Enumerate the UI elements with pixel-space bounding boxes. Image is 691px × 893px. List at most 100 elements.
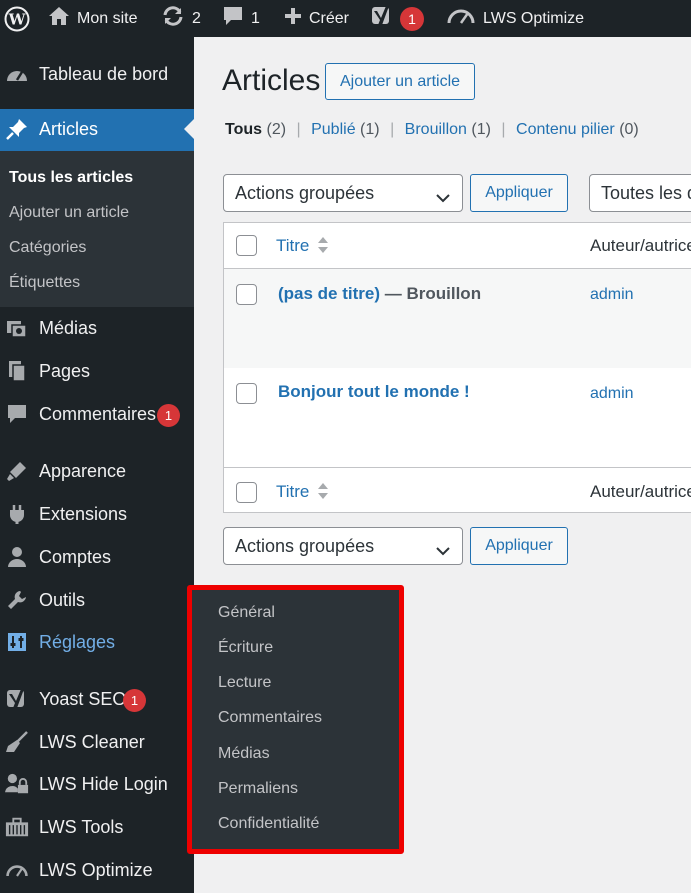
column-title-footer[interactable]: Titre: [276, 482, 309, 502]
settings-flyout-menu: Général Écriture Lecture Commentaires Mé…: [187, 585, 404, 854]
toolbox-icon: [5, 816, 29, 838]
yoast-badge: 1: [123, 689, 146, 712]
chevron-down-icon: [436, 540, 450, 561]
pages-icon: [5, 360, 29, 382]
bulk-actions-value: Actions groupées: [235, 535, 375, 556]
row-checkbox[interactable]: [236, 383, 257, 404]
page-title: Articles: [222, 64, 321, 97]
sort-arrows-icon[interactable]: [317, 481, 329, 506]
date-filter-select[interactable]: Toutes les dates: [589, 174, 691, 212]
comments-badge: 1: [157, 404, 180, 427]
site-name: Mon site: [77, 9, 138, 27]
yoast-admin-link[interactable]: 1: [371, 0, 424, 37]
comment-icon: [222, 5, 244, 32]
apply-button-bottom[interactable]: Appliquer: [470, 527, 568, 565]
menu-settings[interactable]: Réglages: [0, 622, 194, 662]
sort-arrows-icon[interactable]: [317, 235, 329, 260]
status-filter-links: Tous (2) | Publié (1) | Brouillon (1) | …: [225, 121, 639, 139]
filter-separator: |: [390, 121, 395, 138]
submenu-tags[interactable]: Étiquettes: [9, 274, 80, 292]
new-content-link[interactable]: Créer: [284, 0, 349, 37]
home-icon: [48, 6, 70, 31]
submenu-add-article[interactable]: Ajouter un article: [9, 204, 129, 222]
filter-draft-count: (1): [471, 121, 491, 138]
post-title-link[interactable]: (pas de titre) — Brouillon: [278, 284, 481, 304]
speedometer-icon: [5, 859, 29, 881]
select-all-checkbox[interactable]: [236, 235, 257, 256]
settings-permalinks[interactable]: Permaliens: [218, 780, 298, 798]
posts-table: Titre Auteur/autrice (pas de titre) — Br…: [223, 222, 691, 513]
post-author-link[interactable]: admin: [590, 286, 634, 304]
bulk-actions-select-bottom[interactable]: Actions groupées: [223, 527, 463, 565]
post-title-link[interactable]: Bonjour tout le monde !: [278, 382, 470, 402]
menu-media-label: Médias: [39, 318, 98, 338]
row-checkbox[interactable]: [236, 284, 257, 305]
pin-icon: [5, 118, 29, 140]
bulk-actions-value: Actions groupées: [235, 182, 375, 203]
svg-text:W: W: [8, 10, 27, 28]
menu-lws-optimize-label: LWS Optimize: [39, 860, 153, 880]
filter-separator: |: [501, 121, 506, 138]
settings-reading[interactable]: Lecture: [218, 674, 271, 692]
settings-discussion[interactable]: Commentaires: [218, 709, 322, 727]
settings-general[interactable]: Général: [218, 604, 275, 622]
filter-cornerstone[interactable]: Contenu pilier: [516, 121, 615, 138]
new-label: Créer: [309, 9, 350, 27]
menu-users[interactable]: Comptes: [0, 537, 194, 577]
menu-lws-tools[interactable]: LWS Tools: [0, 807, 194, 847]
add-new-article-button[interactable]: Ajouter un article: [325, 63, 475, 100]
filter-all[interactable]: Tous: [225, 121, 262, 138]
lock-user-icon: [5, 773, 29, 795]
menu-tools[interactable]: Outils: [0, 580, 194, 620]
comments-link[interactable]: 1: [222, 0, 260, 37]
settings-icon: [5, 631, 29, 653]
menu-comments[interactable]: Commentaires 1: [0, 394, 194, 434]
menu-lws-optimize[interactable]: LWS Optimize: [0, 850, 194, 890]
appearance-icon: [5, 460, 29, 482]
menu-lws-cleaner-label: LWS Cleaner: [39, 732, 145, 752]
filter-published[interactable]: Publié: [311, 121, 355, 138]
menu-lws-hide-login[interactable]: LWS Hide Login: [0, 764, 194, 804]
select-all-checkbox[interactable]: [236, 482, 257, 503]
plus-icon: [284, 7, 302, 30]
menu-articles[interactable]: Articles: [0, 109, 194, 151]
broom-icon: [5, 731, 29, 753]
filter-separator: |: [296, 121, 301, 138]
table-row: Bonjour tout le monde ! admin: [224, 368, 691, 467]
apply-button-top[interactable]: Appliquer: [470, 174, 568, 212]
settings-media[interactable]: Médias: [218, 745, 270, 763]
site-name-link[interactable]: Mon site: [48, 0, 137, 37]
menu-appearance[interactable]: Apparence: [0, 451, 194, 491]
menu-users-label: Comptes: [39, 547, 112, 567]
menu-yoast[interactable]: Yoast SEO 1: [0, 679, 194, 719]
menu-pages[interactable]: Pages: [0, 351, 194, 391]
submenu-all-articles[interactable]: Tous les articles: [9, 169, 133, 187]
post-author-link[interactable]: admin: [590, 385, 634, 403]
bulk-actions-select-top[interactable]: Actions groupées: [223, 174, 463, 212]
menu-plugins[interactable]: Extensions: [0, 494, 194, 534]
filter-cornerstone-count: (0): [619, 121, 639, 138]
column-author-footer: Auteur/autrice: [590, 482, 691, 501]
submenu-categories[interactable]: Catégories: [9, 239, 86, 257]
updates-link[interactable]: 2: [161, 0, 201, 37]
settings-writing[interactable]: Écriture: [218, 639, 273, 657]
menu-lws-hide-login-label: LWS Hide Login: [39, 774, 168, 794]
filter-all-count: (2): [266, 121, 287, 138]
settings-privacy[interactable]: Confidentialité: [218, 815, 319, 833]
yoast-badge: 1: [400, 6, 424, 31]
post-title[interactable]: (pas de titre): [278, 284, 380, 303]
menu-media[interactable]: Médias: [0, 308, 194, 348]
column-title-header[interactable]: Titre: [276, 236, 309, 256]
plugins-icon: [5, 503, 29, 525]
yoast-icon: [5, 688, 29, 710]
yoast-icon: [371, 4, 393, 33]
date-filter-value: Toutes les dates: [601, 182, 691, 203]
table-row: (pas de titre) — Brouillon admin: [224, 269, 691, 368]
comment-icon: [5, 403, 29, 425]
filter-draft[interactable]: Brouillon: [405, 121, 467, 138]
menu-dashboard[interactable]: Tableau de bord: [0, 54, 194, 94]
lws-optimize-link[interactable]: LWS Optimize: [446, 0, 584, 37]
menu-lws-cleaner[interactable]: LWS Cleaner: [0, 722, 194, 762]
comments-count: 1: [251, 9, 260, 27]
wordpress-logo-icon[interactable]: W: [4, 0, 30, 37]
